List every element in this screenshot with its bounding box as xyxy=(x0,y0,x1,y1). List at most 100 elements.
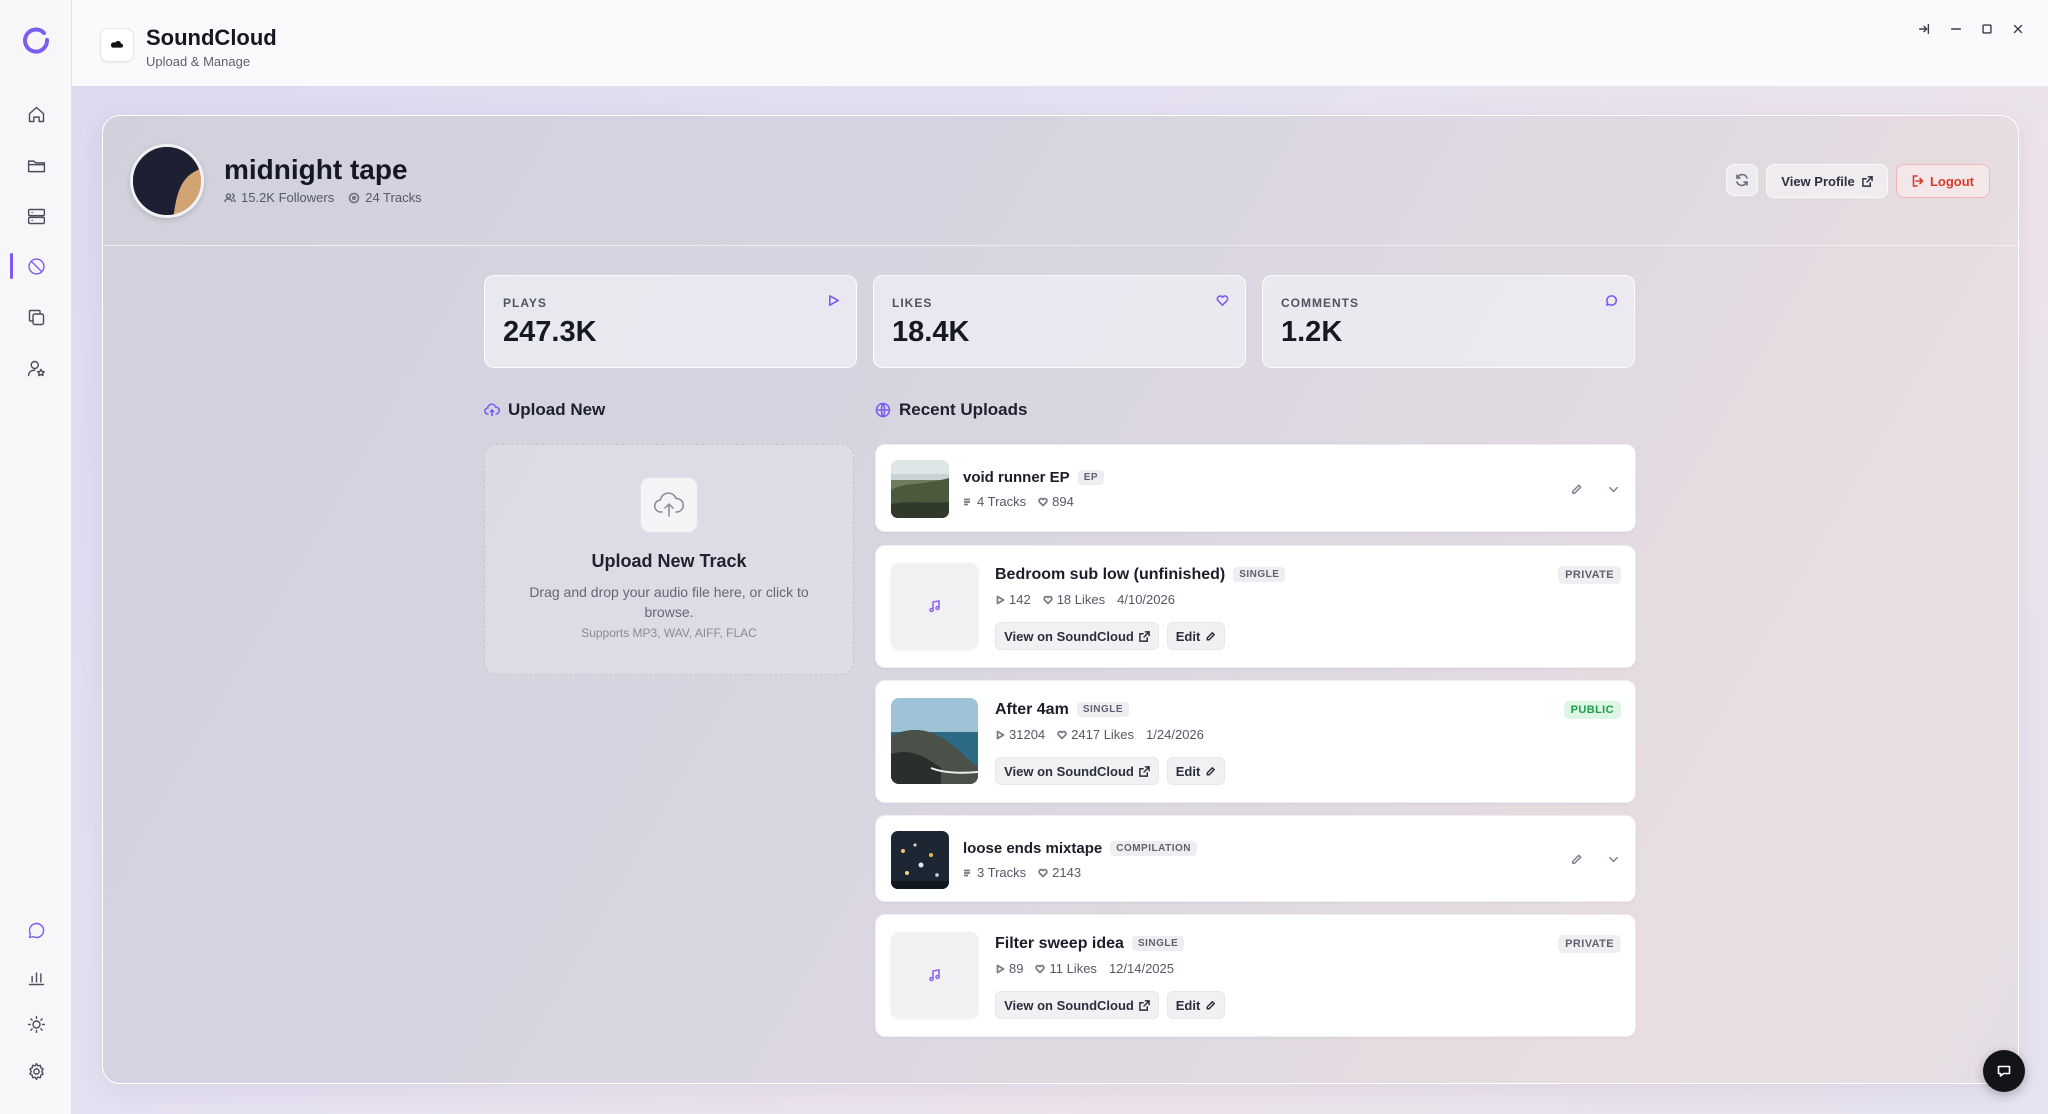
type-badge: EP xyxy=(1077,470,1105,485)
edit-label: Edit xyxy=(1175,763,1201,779)
comment-icon xyxy=(1605,294,1618,307)
stat-value: 1.2K xyxy=(1281,316,1343,348)
heart-icon xyxy=(1216,294,1229,307)
heart-icon xyxy=(1038,497,1048,506)
upload-meta: 3 Tracks 2143 xyxy=(963,865,1081,880)
app-logo-icon[interactable] xyxy=(20,24,52,56)
track-count-text: 4 Tracks xyxy=(977,494,1027,509)
folder-icon[interactable] xyxy=(20,149,52,181)
edit-button[interactable]: Edit xyxy=(1167,757,1225,785)
like-count-text: 2417 Likes xyxy=(1071,727,1135,742)
play-icon xyxy=(996,964,1005,973)
upload-title: void runner EP EP xyxy=(963,469,1105,486)
chat-bubble-icon xyxy=(1997,1065,2011,1077)
upload-formats: Supports MP3, WAV, AIFF, FLAC xyxy=(581,626,757,640)
profile-name: midnight tape xyxy=(224,154,408,185)
sun-icon[interactable] xyxy=(20,1008,52,1040)
tracks-label: 24 Tracks xyxy=(365,190,422,205)
server-icon[interactable] xyxy=(20,200,52,232)
chevron-down-icon[interactable] xyxy=(1602,478,1624,500)
user-star-icon[interactable] xyxy=(20,352,52,384)
list-icon xyxy=(964,498,970,505)
settings-icon[interactable] xyxy=(20,1055,52,1087)
like-count: 2417 Likes xyxy=(1057,727,1134,742)
profile-meta: 15.2K Followers 24 Tracks xyxy=(224,190,422,205)
upload-description: Drag and drop your audio file here, or c… xyxy=(529,584,809,620)
heart-icon xyxy=(1038,868,1048,877)
upload-date: 12/14/2025 xyxy=(1108,961,1175,976)
like-count-text: 2143 xyxy=(1052,865,1082,880)
tracks-count: 24 Tracks xyxy=(348,190,422,205)
view-on-soundcloud-button[interactable]: View on SoundCloud xyxy=(995,991,1159,1019)
play-count: 89 xyxy=(995,961,1023,976)
logout-button[interactable]: Logout xyxy=(1896,164,1990,198)
play-count-text: 31204 xyxy=(1009,727,1046,742)
stat-likes: LIKES 18.4K xyxy=(873,275,1246,368)
view-on-label: View on SoundCloud xyxy=(1004,628,1134,644)
maximize-icon[interactable] xyxy=(1976,18,1998,40)
edit-pencil-icon[interactable] xyxy=(1565,848,1587,870)
users-icon xyxy=(224,192,236,202)
chat-icon[interactable] xyxy=(20,914,52,946)
stat-value: 247.3K xyxy=(503,316,597,348)
chevron-down-icon[interactable] xyxy=(1602,848,1624,870)
view-on-soundcloud-button[interactable]: View on SoundCloud xyxy=(995,622,1159,650)
cover-thumbnail xyxy=(891,831,949,889)
view-on-label: View on SoundCloud xyxy=(1004,763,1134,779)
soundcloud-cloud-icon xyxy=(100,28,134,62)
play-icon xyxy=(827,294,840,307)
view-on-soundcloud-button[interactable]: View on SoundCloud xyxy=(995,757,1159,785)
edit-button[interactable]: Edit xyxy=(1167,622,1225,650)
view-profile-button[interactable]: View Profile xyxy=(1766,164,1888,198)
pencil-icon xyxy=(1206,766,1216,775)
minimize-icon[interactable] xyxy=(1945,18,1967,40)
upload-card[interactable]: Bedroom sub low (unfinished) SINGLE 142 1… xyxy=(875,545,1636,668)
upload-date: 4/10/2026 xyxy=(1117,592,1175,607)
header-divider xyxy=(102,245,2019,246)
globe-icon xyxy=(875,402,891,418)
like-count-text: 18 Likes xyxy=(1056,592,1106,607)
visibility-badge: PRIVATE xyxy=(1558,935,1621,953)
upload-card[interactable]: Filter sweep idea SINGLE 89 11 Likes 12/1… xyxy=(875,914,1636,1037)
upload-meta: 142 18 Likes 4/10/2026 xyxy=(995,592,1175,607)
upload-card[interactable]: void runner EP EP 4 Tracks 894 xyxy=(875,444,1636,532)
music-note-icon xyxy=(891,563,978,649)
upload-meta: 4 Tracks 894 xyxy=(963,494,1074,509)
view-on-label: View on SoundCloud xyxy=(1004,997,1134,1013)
soundcloud-blocked-icon[interactable] xyxy=(20,250,52,282)
close-icon[interactable] xyxy=(2007,18,2029,40)
followers-label: 15.2K Followers xyxy=(241,190,335,205)
track-count: 3 Tracks xyxy=(963,865,1026,880)
external-link-icon xyxy=(1139,630,1150,642)
heart-icon xyxy=(1042,595,1053,604)
edit-pencil-icon[interactable] xyxy=(1565,478,1587,500)
play-count: 142 xyxy=(995,592,1031,607)
upload-meta: 89 11 Likes 12/14/2025 xyxy=(995,961,1174,976)
upload-card[interactable]: loose ends mixtape COMPILATION 3 Tracks 2… xyxy=(875,815,1636,902)
music-note-icon xyxy=(891,932,978,1018)
edit-button[interactable]: Edit xyxy=(1167,991,1225,1019)
collapse-icon[interactable] xyxy=(1913,18,1935,40)
home-icon[interactable] xyxy=(20,98,52,130)
chat-button[interactable] xyxy=(1983,1050,2025,1092)
upload-date: 1/24/2026 xyxy=(1146,727,1204,742)
upload-card[interactable]: After 4am SINGLE 31204 2417 Likes 1/24/20… xyxy=(875,680,1636,803)
refresh-button[interactable] xyxy=(1726,164,1758,196)
visibility-badge: PRIVATE xyxy=(1558,566,1621,584)
type-badge: SINGLE xyxy=(1131,936,1185,951)
track-count-text: 3 Tracks xyxy=(977,865,1027,880)
avatar[interactable] xyxy=(130,144,204,218)
upload-heading-label: Upload New xyxy=(508,400,606,419)
like-count: 2143 xyxy=(1038,865,1081,880)
chart-icon[interactable] xyxy=(20,961,52,993)
sidebar xyxy=(0,0,72,1114)
upload-dropzone[interactable]: Upload New Track Drag and drop your audi… xyxy=(484,444,854,675)
external-link-icon xyxy=(1861,175,1873,187)
upload-title: After 4am SINGLE xyxy=(995,701,1130,719)
upload-title-text: void runner EP xyxy=(963,469,1070,486)
upload-title-text: Bedroom sub low (unfinished) xyxy=(995,566,1226,583)
title-bar: SoundCloud Upload & Manage xyxy=(72,0,2048,86)
upload-title: Upload New Track xyxy=(591,551,747,571)
active-indicator xyxy=(10,253,13,279)
copy-icon[interactable] xyxy=(20,301,52,333)
